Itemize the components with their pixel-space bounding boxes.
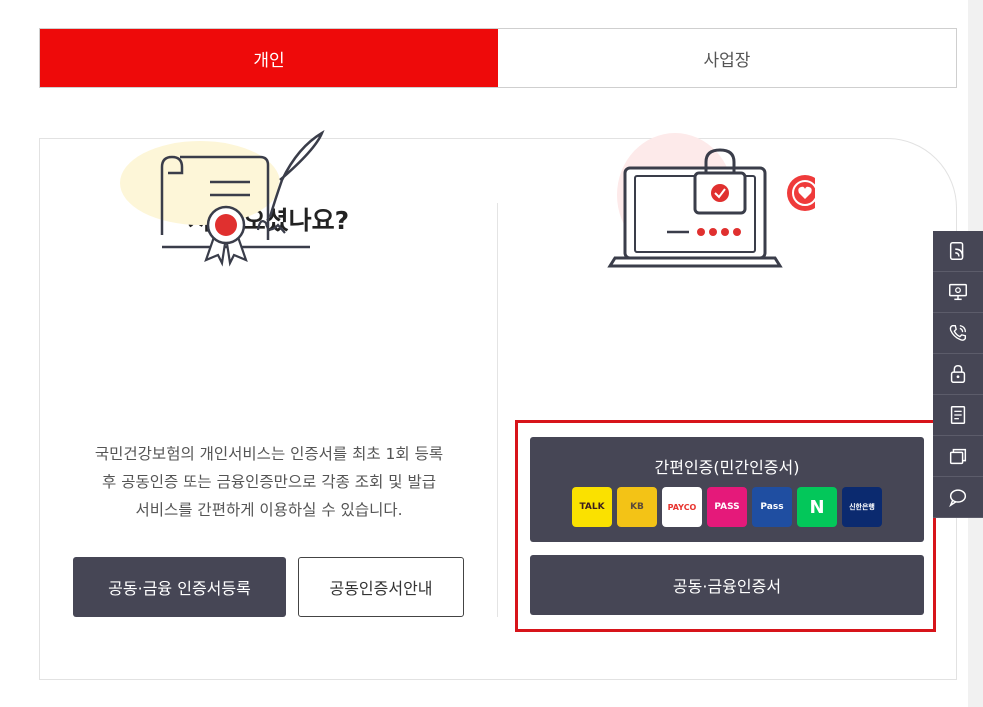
- cert-register-button[interactable]: 공동·금융 인증서등록: [73, 557, 286, 617]
- cert-guide-button[interactable]: 공동인증서안내: [298, 557, 464, 617]
- lock-icon[interactable]: [933, 354, 983, 395]
- column-divider: [497, 203, 498, 617]
- description-line: 후 공동인증 또는 금융인증만으로 각종 조회 및 발급: [102, 473, 436, 491]
- document-icon[interactable]: [933, 395, 983, 436]
- simple-auth-button[interactable]: 간편인증(민간인증서) TALK KB PAYCO PASS Pass N 신한…: [530, 437, 924, 542]
- description-line: 국민건강보험의 개인서비스는 인증서를 최초 1회 등록: [94, 445, 444, 463]
- personal-service-description: 국민건강보험의 개인서비스는 인증서를 최초 1회 등록 후 공동인증 또는 금…: [69, 440, 469, 524]
- phone-icon[interactable]: [933, 313, 983, 354]
- tab-business[interactable]: 사업장: [498, 29, 956, 87]
- user-type-tabs: 개인 사업장: [39, 28, 957, 88]
- monitor-icon[interactable]: [933, 272, 983, 313]
- samsung-pass-icon[interactable]: Pass: [752, 487, 792, 527]
- quick-menu: [933, 231, 983, 518]
- shinhan-icon[interactable]: 신한은행: [842, 487, 882, 527]
- kakaotalk-icon[interactable]: TALK: [572, 487, 612, 527]
- joint-cert-login-button[interactable]: 공동·금융인증서: [530, 555, 924, 615]
- laptop-lock-illustration: [607, 133, 815, 268]
- chat-icon[interactable]: [933, 477, 983, 518]
- layers-icon[interactable]: [933, 436, 983, 477]
- kb-icon[interactable]: KB: [617, 487, 657, 527]
- auth-provider-list: TALK KB PAYCO PASS Pass N 신한은행: [572, 487, 882, 527]
- naver-icon[interactable]: N: [797, 487, 837, 527]
- description-line: 서비스를 간편하게 이용하실 수 있습니다.: [135, 501, 403, 519]
- simple-auth-label: 간편인증(민간인증서): [654, 458, 800, 477]
- payco-icon[interactable]: PAYCO: [662, 487, 702, 527]
- certificate-illustration: [120, 130, 325, 267]
- tab-personal[interactable]: 개인: [40, 29, 498, 87]
- rss-icon[interactable]: [933, 231, 983, 272]
- pass-icon[interactable]: PASS: [707, 487, 747, 527]
